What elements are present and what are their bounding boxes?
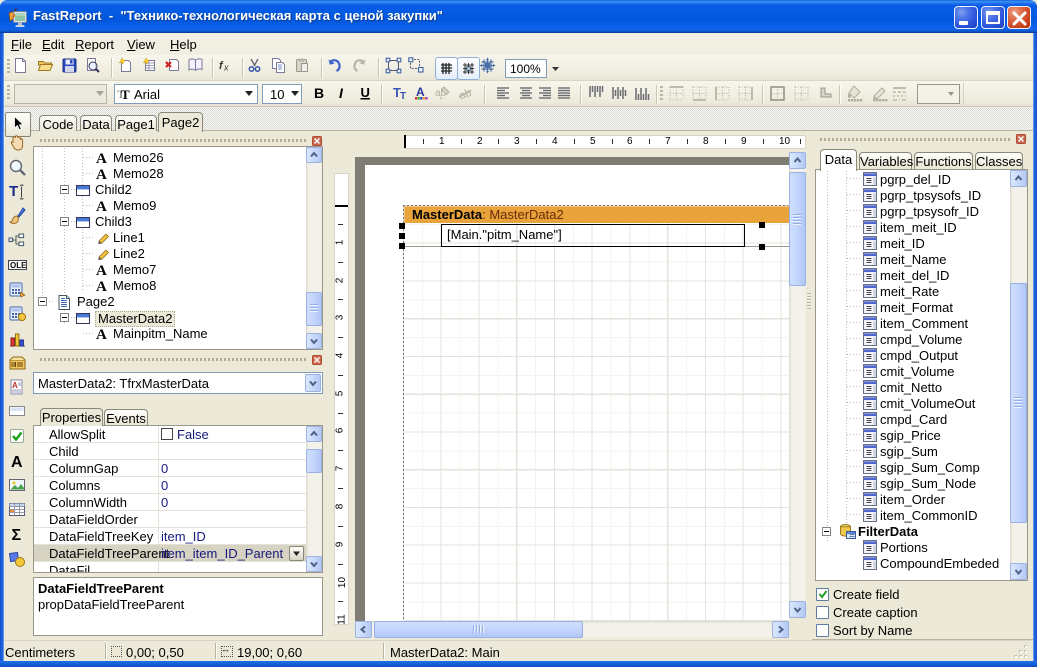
svg-text:T: T	[9, 183, 18, 200]
svg-text:A: A	[12, 381, 18, 390]
svg-text:x: x	[223, 63, 229, 73]
svg-text:T: T	[400, 91, 406, 102]
svg-text:Σ: Σ	[12, 527, 22, 544]
svg-text:A: A	[11, 454, 23, 471]
svg-text:B: B	[314, 85, 324, 101]
svg-text:I: I	[339, 85, 344, 101]
svg-text:U: U	[361, 85, 370, 100]
svg-text:ab: ab	[458, 87, 474, 102]
svg-text:A: A	[416, 85, 425, 99]
svg-text:OLE: OLE	[10, 261, 27, 270]
